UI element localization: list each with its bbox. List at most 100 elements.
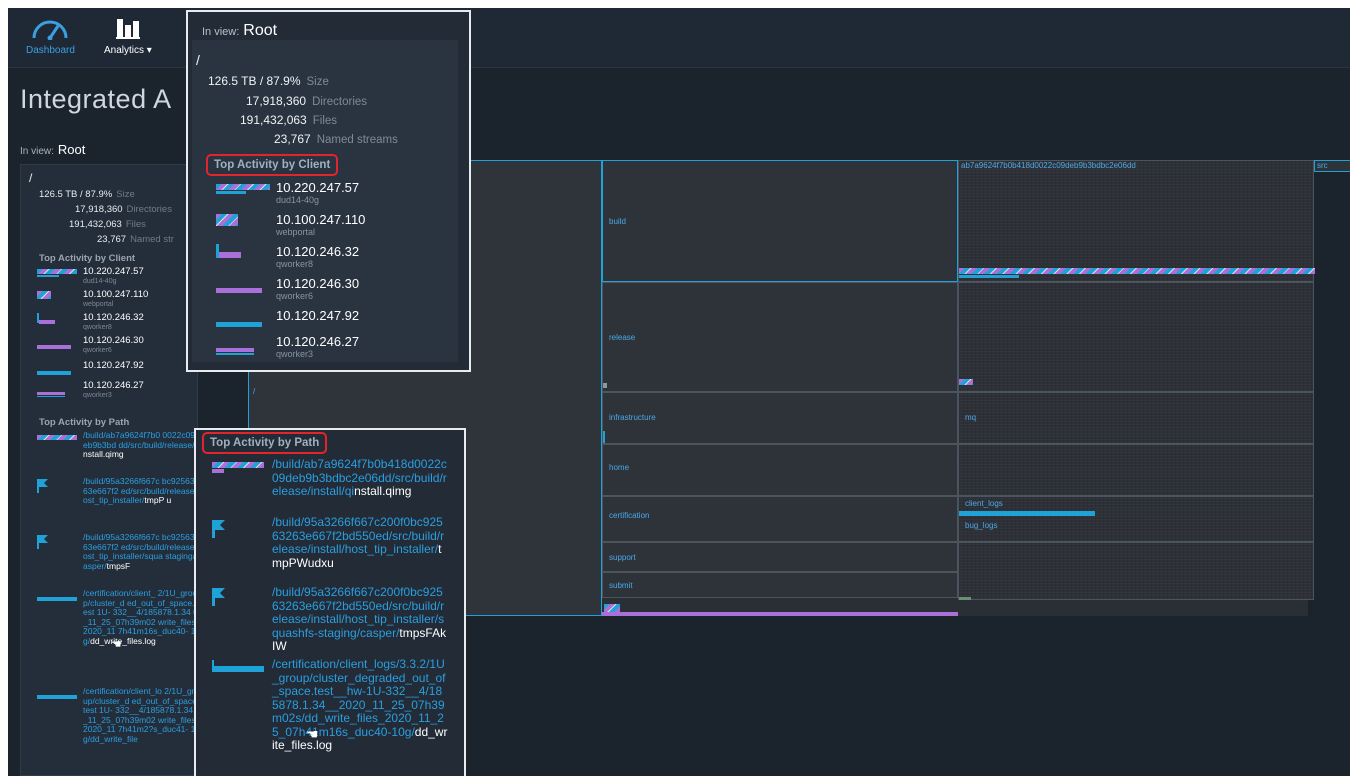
- flag-icon: [37, 535, 48, 549]
- bar-chart-icon: [115, 19, 140, 39]
- client-ip[interactable]: 10.120.246.32: [83, 312, 144, 323]
- treemap-release-sub[interactable]: [958, 282, 1314, 392]
- zoom-in-view-label: In view:: [202, 26, 240, 38]
- zoom-path-activity-bar: [212, 666, 264, 672]
- zoom-files-label: Files: [312, 115, 338, 127]
- in-view-indicator: In view: Root: [20, 142, 85, 157]
- treemap-dir-label: support: [609, 553, 636, 562]
- zoom-path-link[interactable]: /build/95a3266f667c200f0bc92563263e667f2…: [272, 515, 448, 570]
- zoom-callout-clients: In view: Root / 126.5 TB / 87.9% Size 17,9…: [186, 10, 471, 372]
- treemap-mq-label: mq: [965, 413, 977, 422]
- path-link[interactable]: /certification/client_ 2/1U_group/cluste…: [83, 588, 197, 646]
- treemap-dir-label: infrastructure: [609, 413, 656, 422]
- client-ip[interactable]: 10.100.247.110: [83, 289, 148, 300]
- client-activity-bar: [37, 396, 65, 397]
- zoom-clients-heading: Top Activity by Client: [206, 154, 339, 176]
- treemap-dir-infrastructure[interactable]: infrastructure: [602, 392, 958, 444]
- zoom-client-host: qworker3: [276, 349, 314, 359]
- treemap-hash-label: ab7a9624f7b0b418d0022c09deb9b3bdbc2e06dd: [961, 161, 1136, 170]
- nav-analytics[interactable]: Analytics ▾: [104, 16, 152, 56]
- streams-value: 23,767: [97, 234, 127, 245]
- paths-heading: Top Activity by Path: [39, 417, 130, 428]
- zoom-path-activity-bar: [212, 660, 214, 672]
- treemap-dir-label: build: [609, 217, 626, 226]
- treemap-bug-logs-label: bug_logs: [965, 521, 998, 530]
- zoom-files-stat: 191,432,063 Files: [240, 113, 337, 127]
- treemap-dir-home[interactable]: home: [602, 444, 958, 496]
- treemap-activity-bar: [959, 597, 971, 600]
- zoom-path-link[interactable]: /certification/client_logs/3.3.2/1U_grou…: [272, 657, 448, 753]
- path-link-text: /build/ab7a9624f7b0 0022c09deb9b3bd dd/s…: [83, 430, 198, 450]
- path-activity-bar: [37, 435, 77, 440]
- streams-stat: 23,767 Named str: [97, 234, 174, 245]
- client-activity-bar: [37, 291, 51, 299]
- client-ip[interactable]: 10.120.246.27: [83, 380, 144, 391]
- zoom-in-view: In view: Root: [202, 22, 277, 40]
- treemap-dir-support[interactable]: support: [602, 542, 958, 572]
- path-activity-bar: [37, 597, 77, 601]
- page-title: Integrated A: [20, 84, 172, 114]
- client-activity-bar: [39, 320, 55, 324]
- zoom-path-activity-bar: [212, 469, 224, 473]
- size-label: Size: [116, 189, 135, 200]
- zoom-client-host: qworker6: [276, 291, 314, 301]
- treemap-dir-hash[interactable]: ab7a9624f7b0b418d0022c09deb9b3bdbc2e06dd: [958, 160, 1315, 282]
- treemap-dir-release[interactable]: release: [602, 282, 958, 392]
- zoom-in-view-value: Root: [243, 22, 278, 39]
- treemap-support-sub[interactable]: [958, 542, 1314, 600]
- treemap-dir-certification[interactable]: certification: [602, 496, 958, 542]
- client-ip[interactable]: 10.120.247.92: [83, 360, 144, 371]
- zoom-files-value: 191,432,063: [240, 113, 307, 127]
- zoom-client-ip[interactable]: 10.120.246.32: [276, 244, 359, 259]
- zoom-client-activity-bar: [216, 322, 262, 327]
- zoom-path-link-end: nstall.qimg: [354, 484, 412, 498]
- analytics-side-panel: / 126.5 TB / 87.9% Size 17,918,360 Directo…: [20, 164, 198, 776]
- treemap-dir-mq[interactable]: mq: [958, 392, 1314, 444]
- treemap-dir-build[interactable]: build: [602, 160, 958, 282]
- client-activity-bar: [37, 345, 71, 349]
- streams-label: Named str: [130, 234, 174, 245]
- analytics-app: Dashboard Analytics ▾ Integrated A In vi…: [8, 8, 1350, 776]
- zoom-client-ip[interactable]: 10.120.246.30: [276, 276, 359, 291]
- zoom-directories-value: 17,918,360: [246, 94, 307, 108]
- client-activity-bar: [37, 269, 77, 274]
- treemap-activity-bar: [959, 511, 1095, 516]
- zoom-path-link[interactable]: /build/95a3266f667c200f0bc92563263e667f2…: [272, 585, 448, 654]
- treemap-activity-bar: [603, 383, 607, 388]
- zoom-path-link[interactable]: /build/ab7a9624f7b0b418d0022c09deb9b3bdb…: [272, 457, 448, 499]
- zoom-client-host: qworker8: [276, 259, 314, 269]
- treemap-home-sub[interactable]: [958, 444, 1314, 496]
- client-activity-bar: [37, 371, 71, 375]
- client-ip[interactable]: 10.120.246.30: [83, 335, 144, 346]
- zoom-panel-body: / 126.5 TB / 87.9% Size 17,918,360 Directo…: [192, 40, 458, 362]
- zoom-client-ip[interactable]: 10.120.246.27: [276, 334, 359, 349]
- zoom-client-ip[interactable]: 10.120.247.92: [276, 308, 359, 323]
- path-link[interactable]: /build/ab7a9624f7b0 0022c09deb9b3bd dd/s…: [83, 430, 198, 460]
- treemap-dir-submit[interactable]: submit: [602, 572, 958, 598]
- gauge-icon: [32, 20, 68, 41]
- current-path: /: [29, 171, 33, 185]
- nav-dashboard[interactable]: Dashboard: [26, 16, 75, 56]
- treemap-dir-src[interactable]: src: [1314, 160, 1350, 172]
- zoom-streams-stat: 23,767 Named streams: [274, 132, 398, 146]
- zoom-client-ip[interactable]: 10.100.247.110: [276, 212, 365, 227]
- zoom-size-label: Size: [306, 76, 329, 88]
- client-host: qworker8: [83, 324, 112, 331]
- flag-icon: [37, 479, 48, 493]
- path-link[interactable]: /build/95a3266f667c bc92563263e667f2 ed/…: [83, 532, 197, 571]
- size-value: 126.5 TB / 87.9%: [39, 189, 113, 200]
- zoom-client-ip[interactable]: 10.220.247.57: [276, 180, 359, 195]
- files-stat: 191,432,063 Files: [69, 219, 146, 230]
- treemap-dir-label: submit: [609, 581, 633, 590]
- client-activity-bar: [37, 275, 59, 277]
- path-link[interactable]: /build/95a3266f667c bc92563263e667f2 ed/…: [83, 476, 197, 506]
- path-link[interactable]: /certification/client_lo 2/1U_group/clus…: [83, 686, 198, 744]
- treemap-certification-sub[interactable]: client_logs bug_logs: [958, 496, 1314, 542]
- hand-cursor-icon: ☚: [306, 726, 319, 742]
- in-view-value: Root: [57, 142, 86, 157]
- zoom-size-value: 126.5 TB / 87.9%: [208, 74, 301, 88]
- client-host: webportal: [83, 301, 114, 308]
- clients-heading: Top Activity by Client: [39, 253, 136, 264]
- client-ip[interactable]: 10.220.247.57: [83, 266, 144, 277]
- path-link-text: /certification/client_lo 2/1U_group/clus…: [83, 686, 198, 744]
